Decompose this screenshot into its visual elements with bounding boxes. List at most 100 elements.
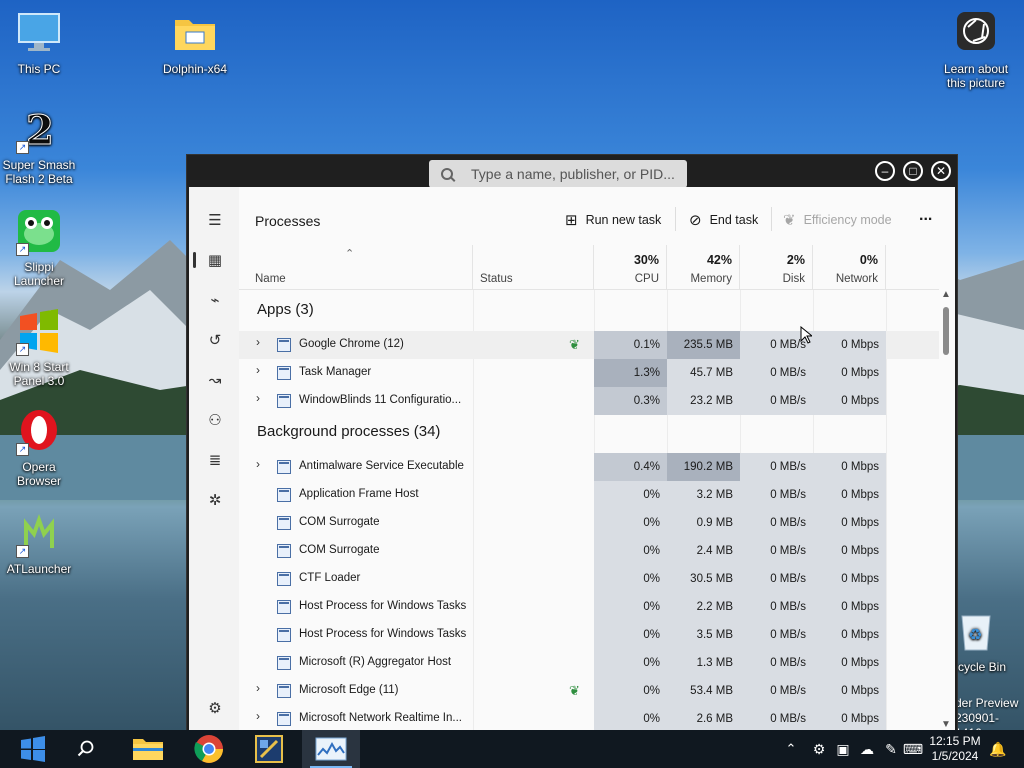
hamburger-menu-icon[interactable]: ☰: [197, 203, 233, 237]
scroll-up-icon[interactable]: ▲: [941, 289, 951, 300]
column-header-memory[interactable]: 42% Memory: [667, 245, 740, 289]
windowblinds-taskbar-button[interactable]: [246, 730, 292, 768]
more-options-button[interactable]: ...: [919, 207, 932, 225]
desktop-icon-label: Super Smash Flash 2 Beta: [2, 158, 76, 186]
process-row[interactable]: CTF Loader 0% 30.5 MB 0 MB/s 0 Mbps: [239, 565, 939, 593]
start-button[interactable]: [10, 730, 56, 768]
nav-processes-icon[interactable]: ▦: [193, 243, 233, 277]
process-row[interactable]: › Microsoft Edge (11) ❦ 0% 53.4 MB 0 MB/s 0 Mb…: [239, 677, 939, 705]
taskbar-clock[interactable]: 12:15 PM 1/5/2024: [922, 734, 988, 764]
expand-chevron-icon[interactable]: ›: [256, 457, 260, 471]
task-manager-taskbar-button[interactable]: [302, 730, 360, 768]
column-header-name[interactable]: ⌃ Name: [239, 245, 473, 289]
end-task-button[interactable]: ⊘ End task: [689, 211, 758, 229]
settings-gear-icon[interactable]: ⚙: [197, 691, 233, 725]
process-name: Microsoft (R) Aggregator Host: [299, 656, 452, 668]
folder-icon: [172, 10, 218, 56]
scroll-thumb[interactable]: [943, 307, 949, 355]
nav-details-icon[interactable]: ≣: [197, 443, 233, 477]
tray-overflow-chevron-icon[interactable]: ⌃: [782, 730, 800, 768]
nav-app-history-icon[interactable]: ↺: [197, 323, 233, 357]
desktop-icon-label: cycle Bin: [958, 660, 1007, 674]
column-header-network[interactable]: 0% Network: [813, 245, 886, 289]
network-cell: 0 Mbps: [813, 387, 886, 415]
expand-chevron-icon[interactable]: ›: [256, 391, 260, 405]
process-row[interactable]: Host Process for Windows Tasks 0% 2.2 MB 0 …: [239, 593, 939, 621]
keyboard-icon[interactable]: ⌨: [902, 730, 924, 768]
desktop-icon-dolphin[interactable]: Dolphin-x64: [156, 10, 234, 76]
maximize-button[interactable]: □: [903, 161, 923, 181]
nav-performance-icon[interactable]: ⌁: [197, 283, 233, 317]
desktop-icon-slippi[interactable]: ↗ Slippi Launcher: [0, 208, 78, 288]
process-row[interactable]: › Google Chrome (12) ❦ 0.1% 235.5 MB 0 MB/s 0 …: [239, 331, 939, 359]
run-new-task-button[interactable]: ⊞ Run new task: [565, 211, 661, 229]
nav-users-icon[interactable]: ⚇: [197, 403, 233, 437]
desktop-icon-opera[interactable]: ↗ Opera Browser: [0, 408, 78, 488]
process-row[interactable]: COM Surrogate 0% 0.9 MB 0 MB/s 0 Mbps: [239, 509, 939, 537]
process-row[interactable]: Application Frame Host 0% 3.2 MB 0 MB/s 0 Mb…: [239, 481, 939, 509]
cpu-total: 30%: [633, 253, 659, 267]
title-bar[interactable]: Type a name, publisher, or PID... – □ ✕: [187, 155, 957, 188]
memory-cell: 2.6 MB: [667, 705, 740, 733]
chrome-icon: [194, 735, 223, 763]
search-placeholder: Type a name, publisher, or PID...: [471, 166, 675, 182]
process-row[interactable]: › Antimalware Service Executable 0.4% 190.2…: [239, 453, 939, 481]
expand-chevron-icon[interactable]: ›: [256, 363, 260, 377]
file-explorer-taskbar-button[interactable]: [126, 730, 170, 768]
process-name: Microsoft Network Realtime In...: [299, 712, 462, 724]
process-name: Task Manager: [299, 366, 372, 378]
clock-time: 12:15 PM: [929, 734, 981, 748]
chrome-taskbar-button[interactable]: [186, 730, 232, 768]
close-button[interactable]: ✕: [931, 161, 951, 181]
process-row[interactable]: COM Surrogate 0% 2.4 MB 0 MB/s 0 Mbps: [239, 537, 939, 565]
column-header-status[interactable]: Status: [473, 245, 594, 289]
nav-services-icon[interactable]: ✲: [197, 483, 233, 517]
efficiency-mode-button[interactable]: ❦ Efficiency mode: [783, 211, 892, 229]
task-manager-icon: [315, 737, 347, 761]
disk-cell: 0 MB/s: [740, 565, 813, 593]
desktop-icon-recycle-bin[interactable]: ♻ cycle Bin: [950, 608, 1024, 674]
desktop-icon-learn-picture[interactable]: Learn about this picture: [936, 10, 1016, 90]
command-separator: [675, 207, 676, 231]
cpu-cell: 0%: [594, 509, 667, 537]
column-header-cpu[interactable]: 30% CPU: [594, 245, 667, 289]
tray-app-icon[interactable]: ⚙: [808, 730, 830, 768]
scroll-down-icon[interactable]: ▼: [941, 719, 951, 730]
page-title: Processes: [255, 213, 321, 229]
cpu-cell: 0%: [594, 537, 667, 565]
tray-device-icon[interactable]: ▣: [832, 730, 854, 768]
desktop-icon-label: This PC: [17, 62, 61, 76]
expand-chevron-icon[interactable]: ›: [256, 709, 260, 723]
process-row[interactable]: › WindowBlinds 11 Configuratio... 0.3% 23.2…: [239, 387, 939, 415]
notification-bell-icon[interactable]: 🔔: [988, 730, 1008, 768]
cpu-cell: 0%: [594, 621, 667, 649]
minimize-button[interactable]: –: [875, 161, 895, 181]
process-name: WindowBlinds 11 Configuratio...: [299, 394, 462, 406]
vertical-scrollbar[interactable]: ▲ ▼: [941, 245, 951, 730]
memory-cell: 1.3 MB: [667, 649, 740, 677]
desktop-icon-this-pc[interactable]: This PC: [0, 10, 78, 76]
network-cell: 0 Mbps: [813, 537, 886, 565]
disk-cell: 0 MB/s: [740, 387, 813, 415]
process-row[interactable]: › Microsoft Network Realtime In... 0% 2.6 M…: [239, 705, 939, 733]
expand-chevron-icon[interactable]: ›: [256, 335, 260, 349]
pen-icon[interactable]: ✎: [880, 730, 902, 768]
desktop-icon-atlauncher[interactable]: ↗ ATLauncher: [0, 510, 78, 576]
desktop-icon-win8-start[interactable]: ↗ Win 8 Start Panel 3.0: [0, 308, 78, 388]
desktop-icon-super-smash[interactable]: 2 ↗ Super Smash Flash 2 Beta: [0, 106, 78, 187]
cpu-cell: 0%: [594, 593, 667, 621]
cpu-cell: 1.3%: [594, 359, 667, 387]
process-row[interactable]: Host Process for Windows Tasks 0% 3.5 MB 0 …: [239, 621, 939, 649]
nav-startup-apps-icon[interactable]: ↝: [197, 363, 233, 397]
column-header-disk[interactable]: 2% Disk: [740, 245, 813, 289]
network-total: 0%: [859, 253, 878, 267]
onedrive-icon[interactable]: ☁: [856, 730, 878, 768]
windowblinds-icon: [255, 735, 283, 763]
process-row[interactable]: › Task Manager 1.3% 45.7 MB 0 MB/s 0 Mbps: [239, 359, 939, 387]
expand-chevron-icon[interactable]: ›: [256, 681, 260, 695]
process-row[interactable]: Microsoft (R) Aggregator Host 0% 1.3 MB 0 M…: [239, 649, 939, 677]
memory-cell: 2.2 MB: [667, 593, 740, 621]
process-name: Google Chrome (12): [299, 338, 404, 350]
search-input[interactable]: Type a name, publisher, or PID...: [429, 160, 687, 188]
search-taskbar-button[interactable]: [66, 730, 106, 768]
